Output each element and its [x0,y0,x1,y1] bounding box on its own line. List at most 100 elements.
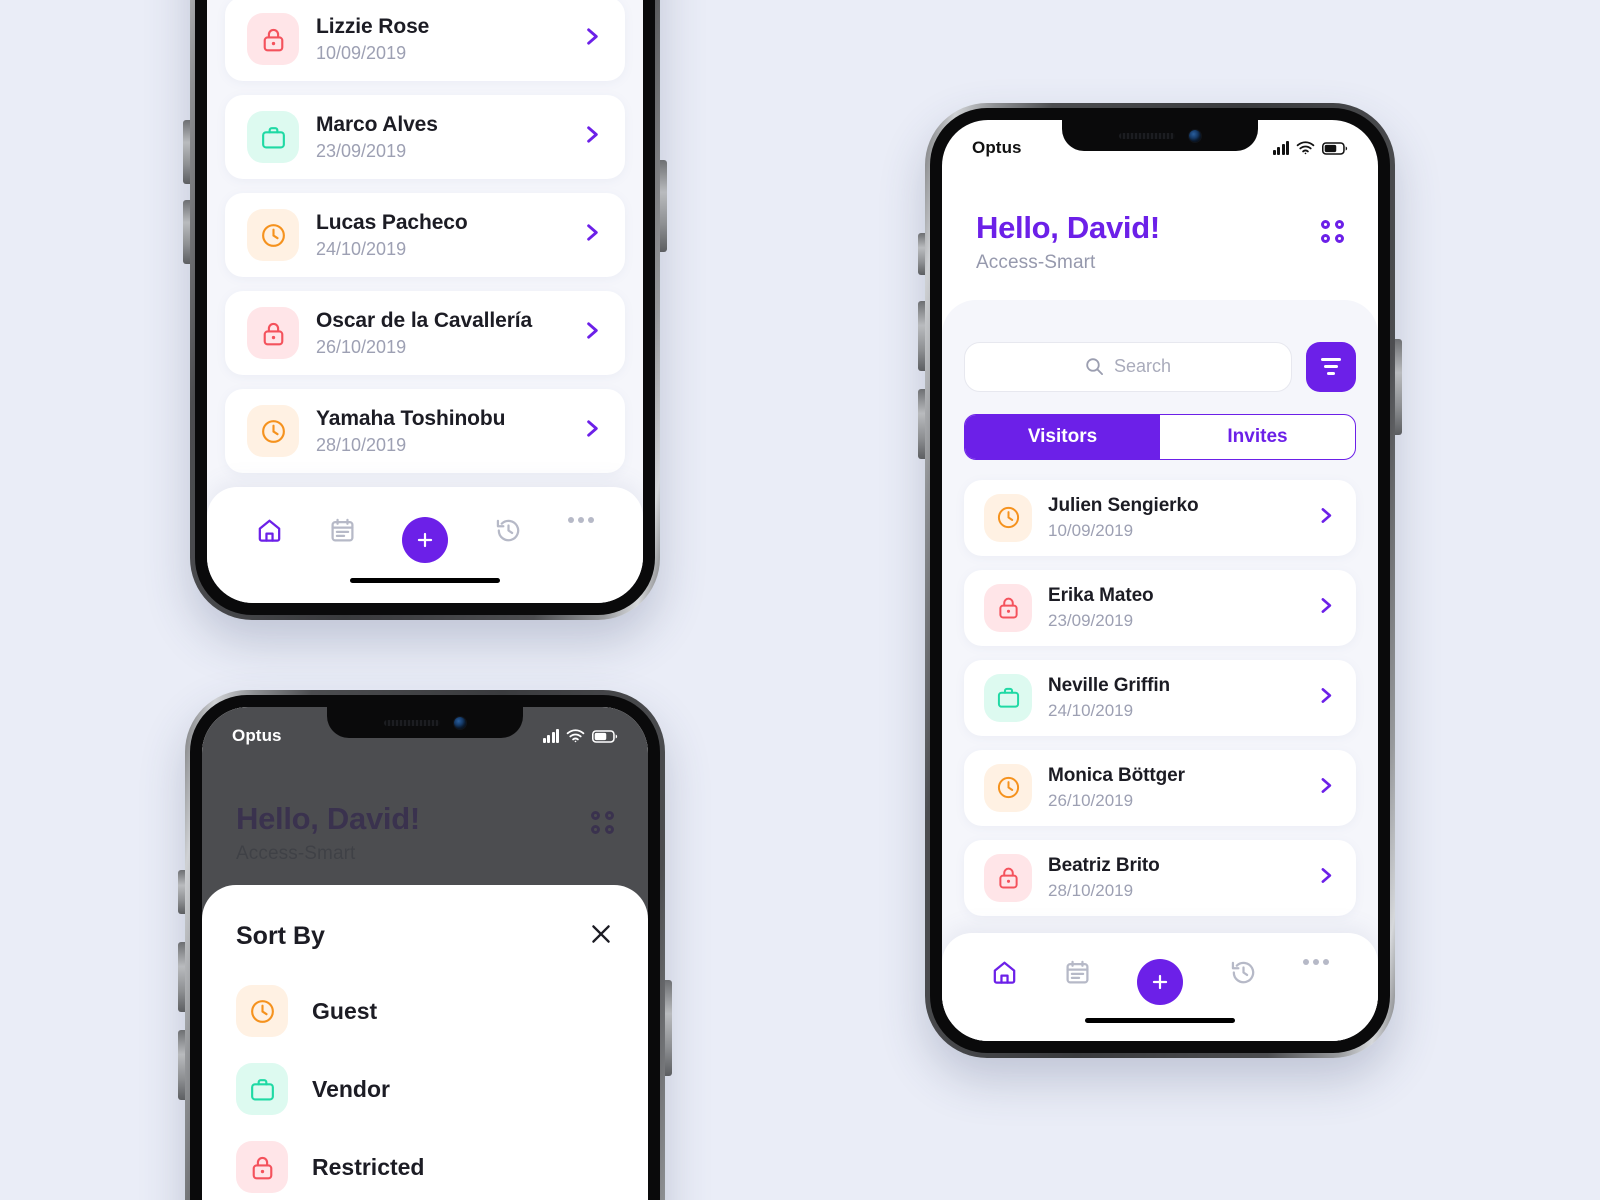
list-item-text: Neville Griffin 24/10/2019 [1048,675,1299,721]
nav-add[interactable] [1137,959,1184,1005]
front-camera [454,716,466,729]
list-item[interactable]: Yamaha Toshinobu 28/10/2019 [225,389,625,473]
grid-apps-icon[interactable] [1321,220,1344,243]
side-button-power[interactable] [1395,339,1402,435]
nav-add[interactable] [402,517,449,563]
nav-more[interactable] [1302,959,1329,965]
sort-option-label: Restricted [312,1153,425,1180]
add-button[interactable] [1137,959,1184,1005]
side-button-volume-up[interactable] [183,120,190,184]
clock-icon [247,405,299,457]
front-camera [1189,129,1201,142]
phone-device-sort: Hello, David! Access-Smart Sort By [178,690,672,1200]
list-item-text: Monica Böttger 26/10/2019 [1048,765,1299,811]
chevron-right-icon[interactable] [580,221,603,249]
sort-option[interactable]: Vendor [236,1063,614,1115]
lock-icon [984,853,1032,902]
add-button[interactable] [402,517,449,563]
bottom-navigation [207,487,643,603]
chevron-right-icon[interactable] [1315,685,1336,711]
nav-history[interactable] [1230,959,1257,991]
device-notch [327,707,523,738]
signal-icon [542,729,559,743]
list-item[interactable]: Monica Böttger 26/10/2019 [964,749,1356,826]
home-icon [991,959,1018,991]
nav-more[interactable] [567,517,594,523]
tab-invites[interactable]: Invites [1160,415,1355,459]
list-item[interactable]: Beatriz Brito 28/10/2019 [964,839,1356,916]
side-button-volume-up[interactable] [178,942,185,1012]
tab-group: Visitors Invites [964,413,1356,460]
chevron-right-icon[interactable] [580,25,603,53]
chevron-right-icon[interactable] [1315,865,1336,891]
chevron-right-icon[interactable] [1315,775,1336,801]
visit-date: 23/09/2019 [1048,610,1134,630]
signal-icon [1272,141,1289,155]
nav-calendar[interactable] [329,517,356,549]
nav-home[interactable] [256,517,283,549]
chevron-right-icon[interactable] [580,417,603,445]
visit-date: 24/10/2019 [1048,700,1134,720]
tab-visitors[interactable]: Visitors [965,414,1160,459]
visit-date: 28/10/2019 [1048,880,1134,900]
sort-option[interactable]: Restricted [236,1141,614,1193]
clock-icon [984,493,1032,542]
home-icon [256,517,283,549]
list-item[interactable]: Lizzie Rose 10/09/2019 [225,0,625,81]
briefcase-icon [236,1063,288,1115]
more-icon [1302,959,1329,965]
calendar-icon [1064,959,1091,991]
list-item[interactable]: Marco Alves 23/09/2019 [225,95,625,179]
side-button-power[interactable] [660,160,667,252]
nav-calendar[interactable] [1064,959,1091,991]
list-item[interactable]: Lucas Pacheco 24/10/2019 [225,193,625,277]
search-row: Search [964,341,1356,392]
side-button-volume-up[interactable] [918,301,925,371]
side-button-volume-down[interactable] [183,200,190,264]
visit-date: 26/10/2019 [1048,790,1134,810]
page-title: Hello, David! [976,210,1160,245]
sort-option[interactable]: Guest [236,985,614,1037]
chevron-right-icon[interactable] [1315,595,1336,621]
visitor-name: Erika Mateo [1048,584,1154,606]
visitor-name: Julien Sengierko [1048,494,1199,516]
list-item-text: Beatriz Brito 28/10/2019 [1048,855,1299,901]
briefcase-icon [247,111,299,163]
search-input[interactable]: Search [964,341,1292,392]
side-button-silent[interactable] [918,233,925,275]
filter-button[interactable] [1306,341,1356,392]
wifi-icon [1296,141,1315,155]
chevron-right-icon[interactable] [580,123,603,151]
list-item[interactable]: Erika Mateo 23/09/2019 [964,569,1356,646]
list-item[interactable]: Neville Griffin 24/10/2019 [964,659,1356,736]
visitor-list: Lizzie Rose 10/09/2019 Marco Alves 23/09… [207,0,643,473]
visitor-name: Lizzie Rose [316,14,430,38]
canvas: Lizzie Rose 10/09/2019 Marco Alves 23/09… [0,0,1600,1200]
list-item[interactable]: Julien Sengierko 10/09/2019 [964,479,1356,556]
visitor-name: Beatriz Brito [1048,854,1160,876]
close-icon[interactable] [588,921,614,951]
list-item-text: Lucas Pacheco 24/10/2019 [316,211,563,260]
visit-date: 26/10/2019 [316,336,407,357]
list-item-text: Marco Alves 23/09/2019 [316,113,563,162]
carrier-label: Optus [232,726,282,745]
chevron-right-icon[interactable] [580,319,603,347]
nav-history[interactable] [495,517,522,549]
chevron-right-icon[interactable] [1315,505,1336,531]
sort-options-list: Guest Vendor Restricted [236,985,614,1193]
clock-icon [236,985,288,1037]
nav-home[interactable] [991,959,1018,991]
side-button-volume-down[interactable] [178,1030,185,1100]
status-indicators [542,729,619,743]
visit-date: 10/09/2019 [1048,520,1134,540]
side-button-volume-down[interactable] [918,389,925,459]
side-button-power[interactable] [665,980,672,1076]
status-indicators [1272,141,1349,155]
visitor-name: Lucas Pacheco [316,210,468,234]
side-button-silent[interactable] [178,870,185,914]
wifi-icon [566,729,585,743]
sort-by-sheet: Sort By Guest Vendor Restricted [202,885,648,1200]
phone-device-main: Hello, David! Access-Smart Search Visito… [918,103,1402,1058]
list-item-text: Lizzie Rose 10/09/2019 [316,15,563,64]
list-item[interactable]: Oscar de la Cavallería 26/10/2019 [225,291,625,375]
